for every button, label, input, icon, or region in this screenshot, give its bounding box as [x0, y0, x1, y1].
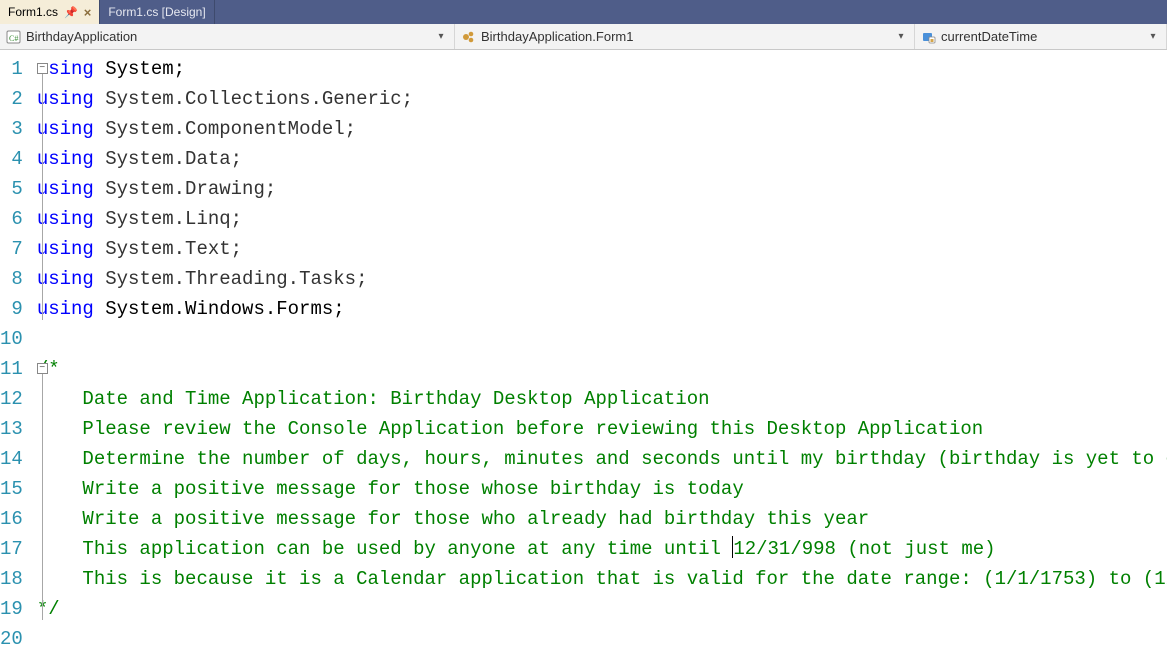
- line-number: 11: [0, 354, 23, 384]
- code-line[interactable]: using System.Windows.Forms;: [35, 294, 1167, 324]
- code-line[interactable]: using System.Linq;: [35, 204, 1167, 234]
- code-line[interactable]: using System.Threading.Tasks;: [35, 264, 1167, 294]
- code-line[interactable]: using System;: [35, 54, 1167, 84]
- code-line[interactable]: This application can be used by anyone a…: [35, 534, 1167, 564]
- outline-guide: [42, 74, 43, 320]
- line-number: 8: [0, 264, 23, 294]
- line-number: 14: [0, 444, 23, 474]
- csharp-file-icon: C#: [6, 29, 22, 45]
- navigation-bar: C# BirthdayApplication ▾ BirthdayApplica…: [0, 24, 1167, 50]
- line-number: 17: [0, 534, 23, 564]
- scope-text: BirthdayApplication: [26, 29, 434, 44]
- chevron-down-icon: ▾: [1146, 31, 1160, 42]
- chevron-down-icon: ▾: [894, 31, 908, 42]
- line-number: 12: [0, 384, 23, 414]
- svg-text:C#: C#: [9, 34, 18, 43]
- line-number-gutter: 1234567891011121314151617181920: [0, 50, 35, 658]
- code-line[interactable]: using System.Data;: [35, 144, 1167, 174]
- document-tabs: Form1.cs 📌 × Form1.cs [Design]: [0, 0, 1167, 24]
- line-number: 6: [0, 204, 23, 234]
- line-number: 13: [0, 414, 23, 444]
- code-line[interactable]: Please review the Console Application be…: [35, 414, 1167, 444]
- collapse-toggle[interactable]: −: [37, 363, 48, 374]
- line-number: 16: [0, 504, 23, 534]
- chevron-down-icon: ▾: [434, 31, 448, 42]
- tab-label: Form1.cs [Design]: [108, 5, 205, 19]
- code-line[interactable]: This is because it is a Calendar applica…: [35, 564, 1167, 594]
- tab-label: Form1.cs: [8, 5, 58, 19]
- type-text: BirthdayApplication.Form1: [481, 29, 894, 44]
- code-text-area[interactable]: using System;using System.Collections.Ge…: [35, 50, 1167, 658]
- code-line[interactable]: using System.ComponentModel;: [35, 114, 1167, 144]
- code-line[interactable]: /*: [35, 354, 1167, 384]
- code-line[interactable]: using System.Collections.Generic;: [35, 84, 1167, 114]
- close-icon[interactable]: ×: [84, 5, 92, 20]
- tab-form1-cs[interactable]: Form1.cs 📌 ×: [0, 0, 100, 24]
- member-dropdown[interactable]: currentDateTime ▾: [915, 24, 1167, 49]
- line-number: 1: [0, 54, 23, 84]
- code-line[interactable]: using System.Drawing;: [35, 174, 1167, 204]
- line-number: 2: [0, 84, 23, 114]
- tab-form1-design[interactable]: Form1.cs [Design]: [100, 0, 214, 24]
- type-dropdown[interactable]: BirthdayApplication.Form1 ▾: [455, 24, 915, 49]
- line-number: 5: [0, 174, 23, 204]
- member-text: currentDateTime: [941, 29, 1146, 44]
- field-icon: [921, 29, 937, 45]
- code-line[interactable]: [35, 624, 1167, 654]
- outline-guide: [42, 374, 43, 620]
- collapse-toggle[interactable]: −: [37, 63, 48, 74]
- code-editor[interactable]: 1234567891011121314151617181920 −− using…: [0, 50, 1167, 658]
- line-number: 9: [0, 294, 23, 324]
- code-line[interactable]: */: [35, 594, 1167, 624]
- code-line[interactable]: using System.Text;: [35, 234, 1167, 264]
- scope-dropdown[interactable]: C# BirthdayApplication ▾: [0, 24, 455, 49]
- line-number: 3: [0, 114, 23, 144]
- line-number: 4: [0, 144, 23, 174]
- line-number: 10: [0, 324, 23, 354]
- code-line[interactable]: Determine the number of days, hours, min…: [35, 444, 1167, 474]
- line-number: 19: [0, 594, 23, 624]
- line-number: 20: [0, 624, 23, 654]
- code-line[interactable]: Date and Time Application: Birthday Desk…: [35, 384, 1167, 414]
- code-line[interactable]: Write a positive message for those who a…: [35, 504, 1167, 534]
- line-number: 18: [0, 564, 23, 594]
- code-line[interactable]: Write a positive message for those whose…: [35, 474, 1167, 504]
- line-number: 15: [0, 474, 23, 504]
- class-icon: [461, 29, 477, 45]
- pin-icon[interactable]: 📌: [64, 6, 78, 19]
- line-number: 7: [0, 234, 23, 264]
- code-line[interactable]: [35, 324, 1167, 354]
